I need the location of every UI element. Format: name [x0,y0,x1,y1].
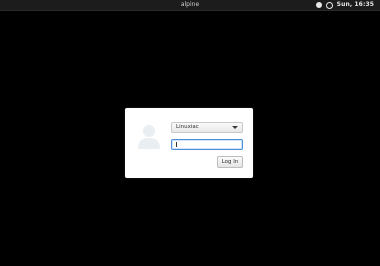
power-icon[interactable] [325,1,333,9]
user-select-value: Linuxiac [176,124,199,130]
clock: Sun, 16:35 [336,1,374,8]
user-select[interactable]: Linuxiac [171,122,243,133]
system-tray: Sun, 16:35 [315,0,374,10]
password-field[interactable] [171,139,243,150]
login-button[interactable]: Log In [217,156,243,168]
text-caret [176,142,177,147]
login-screen: alpine Sun, 16:35 Linuxiac Log In [0,0,380,266]
login-dialog: Linuxiac Log In [125,108,253,178]
top-bar: alpine Sun, 16:35 [0,0,380,11]
user-avatar-icon [137,123,161,149]
chevron-down-icon [232,126,238,129]
accessibility-icon[interactable] [315,2,322,8]
